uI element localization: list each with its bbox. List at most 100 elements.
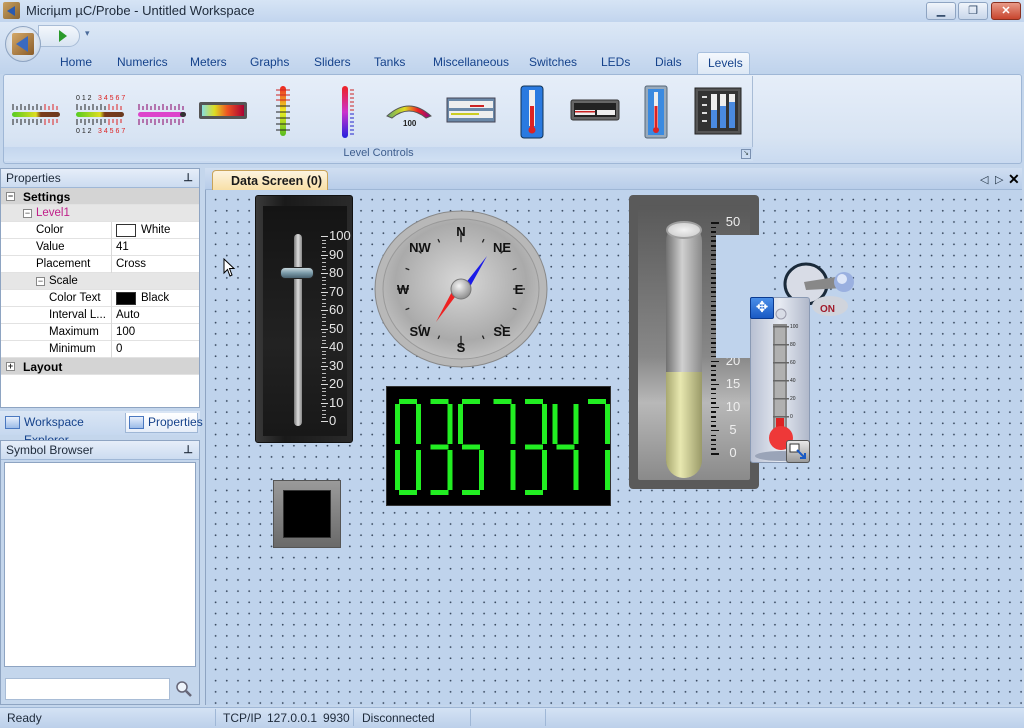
tab-leds[interactable]: LEDs [591,52,640,74]
slider-thumb[interactable] [280,267,314,279]
slider-tick-label: 30 [329,357,344,373]
horizontal-level-bar-icon[interactable] [10,84,62,140]
run-button[interactable] [38,25,80,47]
collapse-icon[interactable]: − [6,192,15,201]
vertical-level-bar-icon[interactable] [270,84,298,140]
tab-graphs[interactable]: Graphs [240,52,299,74]
property-row-value[interactable]: Value 41 [1,239,199,256]
app-icon[interactable] [3,2,20,19]
property-value[interactable]: Auto [116,309,140,321]
property-value[interactable]: 0 [116,343,122,355]
tab-meters[interactable]: Meters [180,52,237,74]
customize-quick-access-icon[interactable]: ▾ [85,28,90,39]
segment-c [416,450,421,490]
collapse-icon[interactable]: − [23,209,32,218]
close-document-icon[interactable]: ✕ [1008,171,1020,188]
group-label: Level Controls [4,147,753,161]
thermometer-blue-icon[interactable] [520,84,544,140]
property-row-minimum[interactable]: Minimum 0 [1,341,199,358]
scroll-tabs-right-icon[interactable]: ▷ [995,173,1003,186]
tube-tick [711,374,716,376]
property-row-interval[interactable]: Interval L... Auto [1,307,199,324]
status-text: Ready [7,711,42,725]
category-settings[interactable]: − Settings [1,188,199,205]
tab-levels[interactable]: Levels [697,52,750,74]
property-value[interactable]: 41 [116,241,129,253]
dual-level-panel-icon[interactable] [446,84,496,140]
vertical-slider-widget[interactable]: 100 90 80 70 60 50 40 30 20 10 0 [255,195,353,443]
tab-sliders[interactable]: Sliders [304,52,361,74]
compass-widget[interactable]: N NE E SE S SW W NW [374,209,549,369]
segment-g [556,444,575,450]
tube-tick-label: 50 [725,214,741,229]
thermometer-widget[interactable]: 100 80 60 40 20 0 [750,297,810,463]
vertical-level-bar-rainbow-icon[interactable] [334,84,362,140]
slider-minor-tick [322,395,326,397]
symbol-search-input[interactable] [5,678,170,700]
horizontal-level-panel-icon[interactable] [570,84,620,140]
collapse-icon[interactable]: − [36,277,45,286]
tab-workspace-explorer[interactable]: Workspace Explorer [2,413,124,447]
property-row-maximum[interactable]: Maximum 100 [1,324,199,341]
slider-tick-label: 60 [329,302,344,317]
thermometer-panel-icon[interactable] [644,84,668,140]
thermometer-tick-label: 0 [790,414,793,420]
seven-segment-display[interactable] [386,386,611,506]
multi-column-level-icon[interactable] [694,84,742,140]
property-value[interactable]: Cross [116,258,146,270]
property-value[interactable]: Black [141,292,169,304]
category-layout[interactable]: + Layout [1,358,199,375]
subcategory-scale[interactable]: − Scale [1,273,199,290]
property-row-color[interactable]: Color White [1,222,199,239]
svg-text:3 4 5 6 7: 3 4 5 6 7 [98,95,125,102]
tab-tanks[interactable]: Tanks [364,52,415,74]
symbol-list[interactable] [4,462,196,667]
play-icon [59,30,67,42]
resize-handle-icon[interactable] [786,440,810,463]
minimize-button[interactable]: ▁ [926,2,956,20]
compass-label-s: S [457,340,466,355]
slider-minor-tick [322,417,326,419]
slider-minor-tick [322,276,326,278]
arc-level-gauge-icon[interactable]: 100 [384,84,434,140]
object-level1[interactable]: − Level1 [1,205,199,222]
symbol-browser-header: Symbol Browser ⊥ [1,441,199,460]
property-value[interactable]: 100 [116,326,135,338]
property-row-placement[interactable]: Placement Cross [1,256,199,273]
segment-g [430,444,449,450]
scroll-tabs-left-icon[interactable]: ◁ [980,173,988,186]
property-key: Color [36,224,64,236]
horizontal-level-bar-magenta-icon[interactable] [136,84,188,140]
tab-dials[interactable]: Dials [645,52,692,74]
thermometer-tick [773,398,789,400]
dialog-launcher-button[interactable]: ↘ [741,149,751,159]
segment-f [552,404,558,444]
segment-b [447,404,453,444]
square-indicator-widget[interactable] [273,480,341,548]
tab-switches[interactable]: Switches [519,52,587,74]
tab-properties[interactable]: Properties [125,413,203,433]
slider-major-tick [321,236,328,237]
tab-numerics[interactable]: Numerics [107,52,178,74]
pin-icon[interactable]: ⊥ [183,171,193,184]
tab-home[interactable]: Home [50,52,102,74]
slider-minor-tick [322,269,326,271]
expand-icon[interactable]: + [6,362,15,371]
tab-data-screen[interactable]: Data Screen (0) [212,170,328,190]
application-menu-button[interactable] [5,26,41,62]
move-handle-icon[interactable]: ✥ [750,297,774,319]
thermometer-tick-label: 60 [790,360,796,366]
close-button[interactable]: ✕ [991,2,1021,20]
tube-tick [711,388,716,390]
restore-button[interactable]: ❐ [958,2,988,20]
slider-major-tick [321,402,328,404]
gradient-level-block-icon[interactable] [198,84,250,140]
tab-miscellaneous[interactable]: Miscellaneous [423,52,519,74]
slider-major-tick [321,365,328,367]
horizontal-level-bar-scaled-icon[interactable]: 0 1 2 3 4 5 6 7 0 1 2 3 4 5 6 7 [74,84,126,140]
pin-icon[interactable]: ⊥ [183,443,193,456]
search-icon[interactable] [175,680,193,698]
property-value[interactable]: White [141,224,170,236]
object-name: Level1 [36,207,70,219]
property-row-color-text[interactable]: Color Text Black [1,290,199,307]
